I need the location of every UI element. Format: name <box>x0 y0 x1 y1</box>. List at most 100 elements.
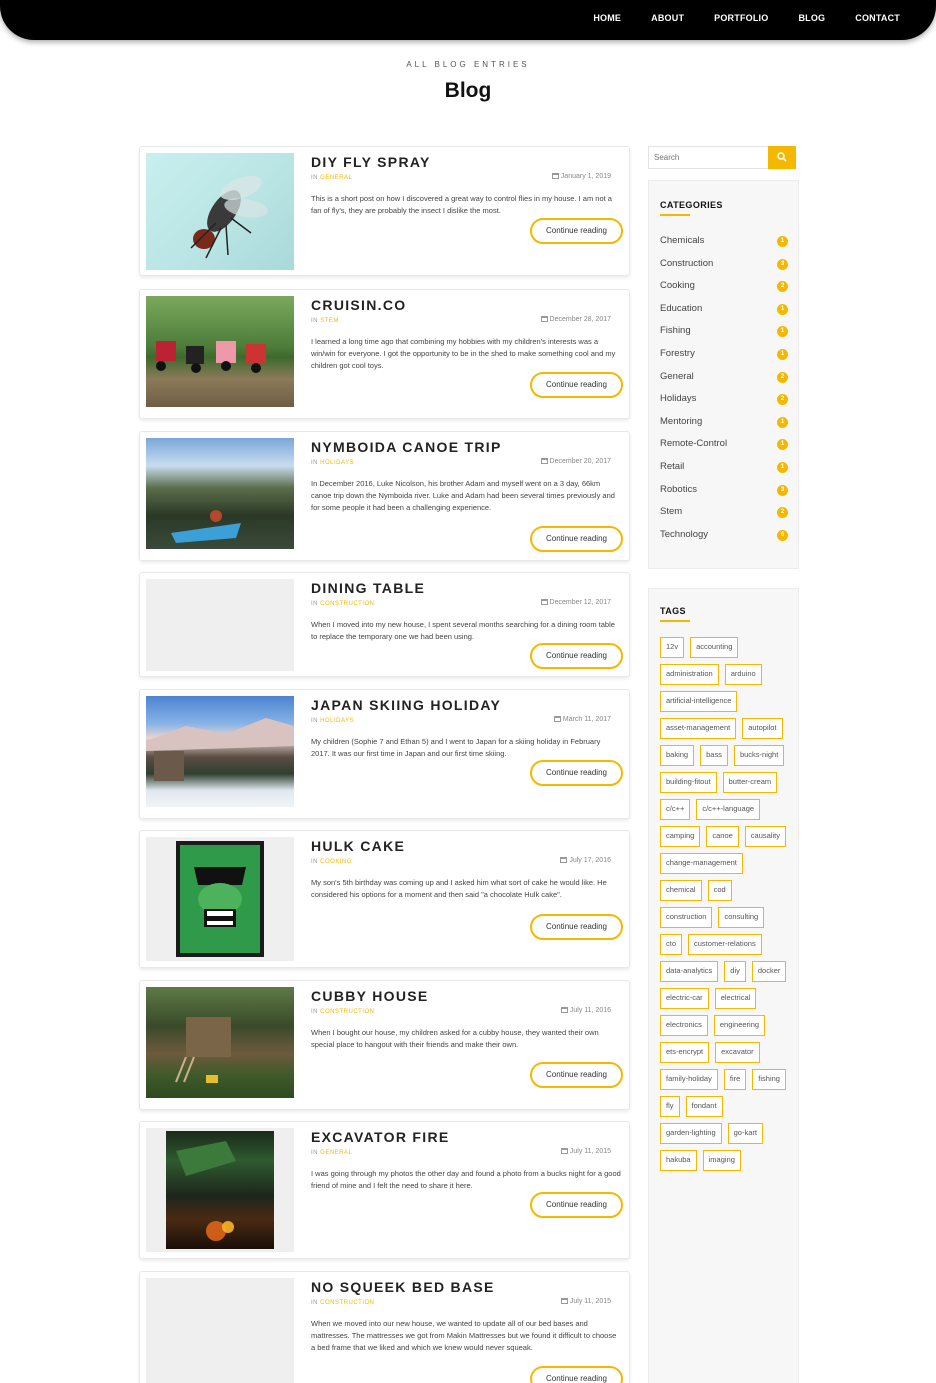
tag-link[interactable]: chemical <box>660 880 702 901</box>
tag-link[interactable]: asset-management <box>660 718 737 739</box>
category-item[interactable]: Robotics 3 <box>660 484 788 498</box>
nav-portfolio[interactable]: PORTFOLIO <box>714 13 768 23</box>
tag-link[interactable]: baking <box>660 745 695 766</box>
tag-link[interactable]: fly <box>660 1096 680 1117</box>
post-thumbnail-placeholder[interactable] <box>146 1278 294 1383</box>
post-thumbnail[interactable] <box>146 696 294 807</box>
tag-link[interactable]: docker <box>751 961 787 982</box>
tag-link[interactable]: data-analytics <box>660 961 719 982</box>
post-title[interactable]: JAPAN SKIING HOLIDAY <box>311 697 501 713</box>
post-category[interactable]: HOLIDAYS <box>320 718 354 724</box>
tag-link[interactable]: bucks-night <box>733 745 785 766</box>
post-title[interactable]: DINING TABLE <box>311 580 425 596</box>
post-title[interactable]: EXCAVATOR FIRE <box>311 1129 450 1145</box>
tag-link[interactable]: fondant <box>685 1096 723 1117</box>
post-title[interactable]: NYMBOIDA CANOE TRIP <box>311 439 502 455</box>
tag-link[interactable]: building-fitout <box>660 772 717 793</box>
tag-link[interactable]: go-kart <box>727 1123 763 1144</box>
tag-link[interactable]: accounting <box>690 637 739 658</box>
tag-link[interactable]: family-holiday <box>660 1069 718 1090</box>
tag-link[interactable]: consulting <box>718 907 765 928</box>
continue-reading-button[interactable]: Continue reading <box>530 526 623 552</box>
nav-blog[interactable]: BLOG <box>798 13 825 23</box>
tag-link[interactable]: butter-cream <box>722 772 778 793</box>
tag-link[interactable]: autopilot <box>742 718 783 739</box>
category-item[interactable]: Remote-Control 1 <box>660 438 788 452</box>
post-category[interactable]: CONSTRUCTION <box>320 601 374 607</box>
category-item[interactable]: Construction 3 <box>660 258 788 272</box>
tag-link[interactable]: customer-relations <box>688 934 762 955</box>
tag-link[interactable]: ets-encrypt <box>660 1042 710 1063</box>
category-item[interactable]: Fishing 1 <box>660 325 788 339</box>
search-input[interactable] <box>649 147 770 168</box>
category-item[interactable]: Technology 6 <box>660 529 788 543</box>
nav-home[interactable]: HOME <box>593 13 621 23</box>
nav-contact[interactable]: CONTACT <box>855 13 900 23</box>
continue-reading-button[interactable]: Continue reading <box>530 760 623 786</box>
tag-link[interactable]: construction <box>660 907 713 928</box>
tag-link[interactable]: camping <box>660 826 701 847</box>
post-category[interactable]: GENERAL <box>320 175 352 181</box>
tag-link[interactable]: cto <box>660 934 683 955</box>
post-title[interactable]: DIY FLY SPRAY <box>311 154 431 170</box>
continue-reading-button[interactable]: Continue reading <box>530 914 623 940</box>
continue-reading-button[interactable]: Continue reading <box>530 1062 623 1088</box>
post-thumbnail[interactable] <box>146 296 294 407</box>
tag-link[interactable]: 12v <box>660 637 685 658</box>
category-item[interactable]: Forestry 1 <box>660 348 788 362</box>
tag-link[interactable]: fire <box>723 1069 747 1090</box>
tag-link[interactable]: garden-lighting <box>660 1123 722 1144</box>
category-item[interactable]: Chemicals 1 <box>660 235 788 249</box>
tag-link[interactable]: electric-car <box>660 988 709 1009</box>
post-thumbnail[interactable] <box>146 837 294 961</box>
continue-reading-button[interactable]: Continue reading <box>530 643 623 669</box>
post-title[interactable]: NO SQUEEK BED BASE <box>311 1279 495 1295</box>
tag-link[interactable]: artificial-intelligence <box>660 691 738 712</box>
tag-link[interactable]: electrical <box>714 988 757 1009</box>
post-thumbnail[interactable] <box>146 438 294 549</box>
tag-link[interactable]: arduino <box>724 664 762 685</box>
tag-link[interactable]: c/c++ <box>660 799 691 820</box>
post-category[interactable]: HOLIDAYS <box>320 460 354 466</box>
post-category[interactable]: COOKING <box>320 859 352 865</box>
category-item[interactable]: Stem 2 <box>660 506 788 520</box>
tag-link[interactable]: change-management <box>660 853 743 874</box>
post-thumbnail[interactable] <box>146 153 294 270</box>
post-title[interactable]: CRUISIN.CO <box>311 297 406 313</box>
search-button[interactable] <box>768 146 796 169</box>
tag-link[interactable]: cod <box>707 880 732 901</box>
post-title[interactable]: HULK CAKE <box>311 838 405 854</box>
category-item[interactable]: Mentoring 1 <box>660 416 788 430</box>
post-category[interactable]: STEM <box>320 318 339 324</box>
category-item[interactable]: Cooking 2 <box>660 280 788 294</box>
post-category[interactable]: CONSTRUCTION <box>320 1300 374 1306</box>
tag-link[interactable]: diy <box>724 961 746 982</box>
tag-link[interactable]: administration <box>660 664 719 685</box>
category-item[interactable]: Holidays 2 <box>660 393 788 407</box>
post-thumbnail[interactable] <box>146 987 294 1098</box>
post-title[interactable]: CUBBY HOUSE <box>311 988 429 1004</box>
tag-link[interactable]: engineering <box>713 1015 766 1036</box>
post-thumbnail-placeholder[interactable] <box>146 579 294 671</box>
post-thumbnail[interactable] <box>146 1128 294 1252</box>
tag-link[interactable]: electronics <box>660 1015 708 1036</box>
tag-link[interactable]: imaging <box>702 1150 741 1171</box>
tag-link[interactable]: canoe <box>706 826 739 847</box>
tag-link[interactable]: excavator <box>715 1042 760 1063</box>
category-item[interactable]: Education 1 <box>660 303 788 317</box>
post-category[interactable]: GENERAL <box>320 1150 352 1156</box>
continue-reading-button[interactable]: Continue reading <box>530 372 623 398</box>
continue-reading-button[interactable]: Continue reading <box>530 218 623 244</box>
tag-link[interactable]: causality <box>744 826 786 847</box>
nav-about[interactable]: ABOUT <box>651 13 684 23</box>
tag-link[interactable]: bass <box>700 745 728 766</box>
tag-link[interactable]: c/c++-language <box>696 799 761 820</box>
category-item[interactable]: Retail 1 <box>660 461 788 475</box>
continue-reading-button[interactable]: Continue reading <box>530 1366 623 1383</box>
category-item[interactable]: General 2 <box>660 371 788 385</box>
post-category[interactable]: CONSTRUCTION <box>320 1009 374 1015</box>
continue-reading-button[interactable]: Continue reading <box>530 1192 623 1218</box>
post-category-line: IN GENERAL <box>311 1150 353 1156</box>
tag-link[interactable]: hakuba <box>660 1150 697 1171</box>
tag-link[interactable]: fishing <box>752 1069 786 1090</box>
